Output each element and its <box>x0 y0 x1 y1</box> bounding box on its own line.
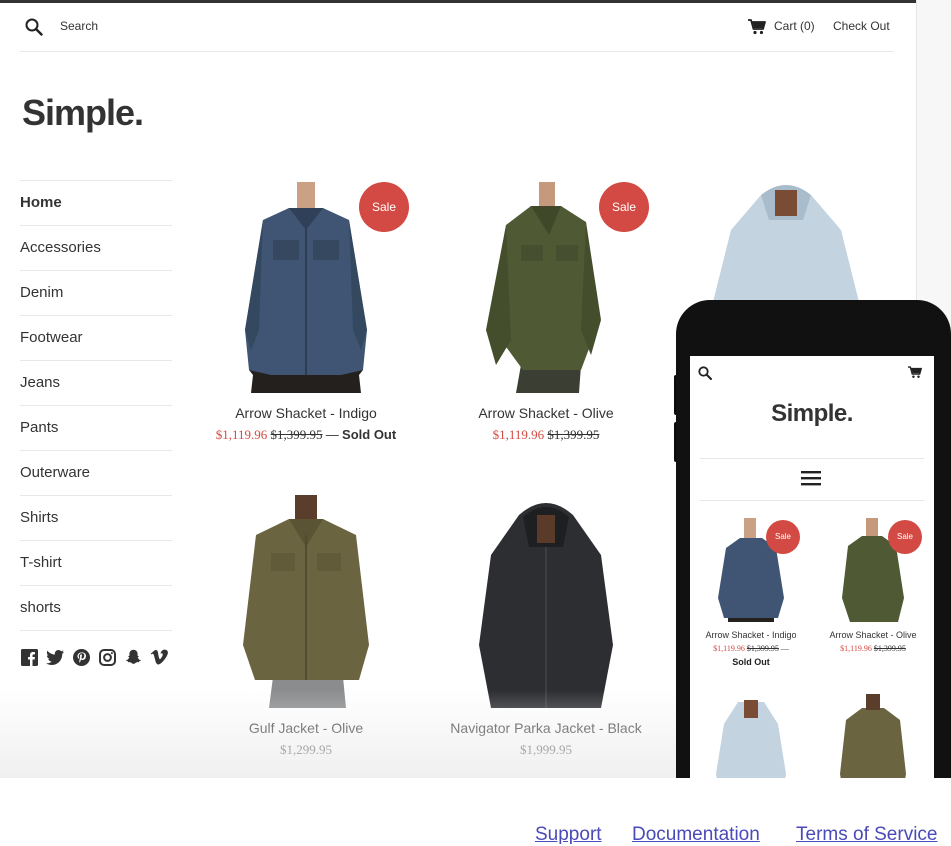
snapchat-icon[interactable] <box>124 648 142 666</box>
product-title[interactable]: Navigator Parka Jacket - Black <box>431 720 661 736</box>
cart-icon[interactable] <box>748 19 766 35</box>
product-image[interactable]: Sale <box>191 180 421 393</box>
search-icon[interactable] <box>698 366 712 380</box>
mobile-screen: Simple. Sale Arrow Shacket - Indigo $1,1… <box>690 356 934 778</box>
product-card[interactable]: Sale Arrow Shacket - Indigo $1,119.96 $1… <box>191 180 421 443</box>
product-image[interactable]: Sale <box>692 518 810 622</box>
product-title[interactable]: Arrow Shacket - Olive <box>814 630 932 640</box>
product-title[interactable]: Arrow Shacket - Olive <box>431 405 661 421</box>
store-logo[interactable]: Simple. <box>22 92 144 134</box>
search-icon[interactable] <box>25 18 43 36</box>
mobile-preview: Simple. Sale Arrow Shacket - Indigo $1,1… <box>676 300 951 778</box>
nav-item-outerware[interactable]: Outerware <box>20 451 172 496</box>
terms-of-service-link[interactable]: Terms of Service <box>796 824 937 846</box>
sold-out-label: Sold Out <box>732 657 770 667</box>
product-image[interactable] <box>692 694 810 778</box>
mobile-product-card[interactable]: Sale Arrow Shacket - Olive $1,119.96 $1,… <box>814 518 932 653</box>
sale-price: $1,119.96 <box>492 427 545 442</box>
product-price: $1,119.96 $1,399.95 <box>814 644 932 653</box>
product-image[interactable]: Sale <box>431 180 661 393</box>
sale-price: $1,119.96 <box>713 644 745 653</box>
jacket-image-gulf-olive <box>191 495 421 708</box>
product-image[interactable] <box>431 495 661 708</box>
sale-badge: Sale <box>359 182 409 232</box>
support-link[interactable]: Support <box>535 824 602 846</box>
product-price: $1,999.95 <box>520 742 572 757</box>
sale-badge: Sale <box>888 520 922 554</box>
sale-badge: Sale <box>599 182 649 232</box>
sale-badge: Sale <box>766 520 800 554</box>
sidebar-nav: Home Accessories Denim Footwear Jeans Pa… <box>20 180 172 631</box>
sale-price: $1,119.96 <box>840 644 872 653</box>
nav-item-denim[interactable]: Denim <box>20 271 172 316</box>
product-image[interactable]: Sale <box>814 518 932 622</box>
mobile-product-card[interactable] <box>692 694 810 778</box>
twitter-icon[interactable] <box>46 648 64 666</box>
instagram-icon[interactable] <box>98 648 116 666</box>
nav-item-pants[interactable]: Pants <box>20 406 172 451</box>
search-input[interactable]: Search <box>60 19 98 33</box>
divider <box>700 500 924 501</box>
nav-item-t-shirt[interactable]: T-shirt <box>20 541 172 586</box>
original-price: $1,399.95 <box>746 644 779 653</box>
product-card[interactable]: Gulf Jacket - Olive $1,299.95 <box>191 495 421 758</box>
pinterest-icon[interactable] <box>72 648 90 666</box>
nav-item-footwear[interactable]: Footwear <box>20 316 172 361</box>
nav-item-shirts[interactable]: Shirts <box>20 496 172 541</box>
facebook-icon[interactable] <box>20 648 38 666</box>
menu-icon[interactable] <box>801 470 821 486</box>
nav-item-shorts[interactable]: shorts <box>20 586 172 631</box>
cart-icon[interactable] <box>908 366 922 379</box>
nav-item-accessories[interactable]: Accessories <box>20 226 172 271</box>
screenshot: Search Cart (0) Check Out Simple. Home A… <box>0 0 951 778</box>
jacket-image-gulf-olive <box>840 694 906 778</box>
mobile-product-card[interactable] <box>814 694 932 778</box>
original-price: $1,399.95 <box>547 427 600 442</box>
product-title[interactable]: Arrow Shacket - Indigo <box>191 405 421 421</box>
product-title[interactable]: Arrow Shacket - Indigo <box>692 630 810 640</box>
documentation-link[interactable]: Documentation <box>632 824 760 846</box>
product-card[interactable]: Navigator Parka Jacket - Black $1,999.95 <box>431 495 661 758</box>
vimeo-icon[interactable] <box>150 648 168 666</box>
page-footer: Support Documentation Terms of Service <box>0 778 951 845</box>
social-links <box>20 648 168 666</box>
hoodie-image-denim <box>716 700 786 778</box>
product-price: $1,299.95 <box>280 742 332 757</box>
nav-item-jeans[interactable]: Jeans <box>20 361 172 406</box>
cart-link[interactable]: Cart (0) <box>774 19 815 33</box>
parka-image-black <box>431 495 661 708</box>
site-header: Search Cart (0) Check Out <box>20 3 894 52</box>
price-separator: — <box>780 644 789 653</box>
product-title[interactable]: Gulf Jacket - Olive <box>191 720 421 736</box>
product-image[interactable] <box>814 694 932 778</box>
sale-price: $1,119.96 <box>215 427 268 442</box>
original-price: $1,399.95 <box>270 427 323 442</box>
product-image[interactable] <box>191 495 421 708</box>
sold-out-label: Sold Out <box>342 427 397 442</box>
product-price: $1,119.96 $1,399.95 — Sold Out <box>191 427 421 443</box>
product-price: $1,119.96 $1,399.95 — <box>692 644 810 653</box>
mobile-logo[interactable]: Simple. <box>690 400 934 428</box>
original-price: $1,399.95 <box>873 644 906 653</box>
mobile-product-card[interactable]: Sale Arrow Shacket - Indigo $1,119.96 $1… <box>692 518 810 667</box>
divider <box>700 458 924 459</box>
price-separator: — <box>325 427 339 442</box>
nav-item-home[interactable]: Home <box>20 181 172 226</box>
checkout-link[interactable]: Check Out <box>833 19 890 33</box>
product-card[interactable]: Sale Arrow Shacket - Olive $1,119.96 $1,… <box>431 180 661 443</box>
product-price: $1,119.96 $1,399.95 <box>431 427 661 443</box>
